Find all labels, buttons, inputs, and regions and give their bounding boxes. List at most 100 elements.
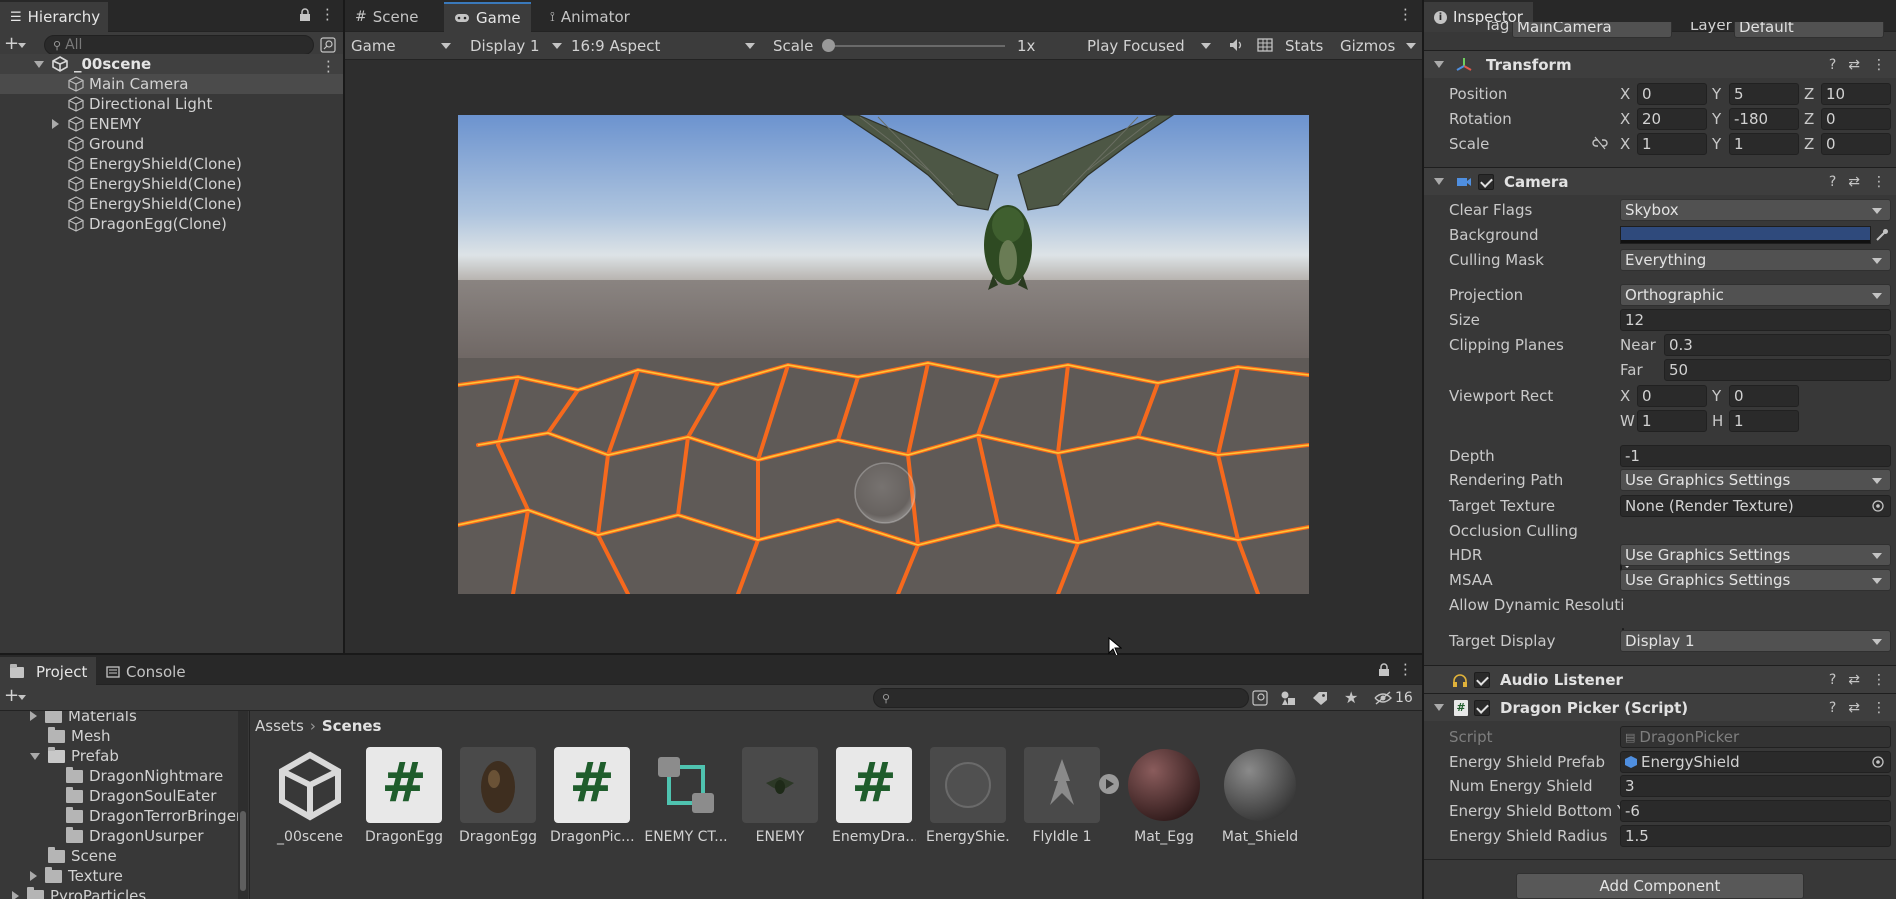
- energy-shield-prefab-field[interactable]: EnergyShield: [1620, 751, 1891, 773]
- tree-item-mesh[interactable]: Mesh: [48, 726, 111, 746]
- preset-icon[interactable]: ⇄: [1848, 700, 1860, 716]
- scene-menu-icon[interactable]: · · ·: [326, 55, 331, 80]
- play-mode-dropdown[interactable]: Play Focused: [1083, 35, 1215, 57]
- position-y-field[interactable]: 5: [1729, 83, 1799, 105]
- tree-item-texture[interactable]: Texture: [30, 866, 123, 886]
- game-view-render[interactable]: [458, 115, 1309, 594]
- viewport-x-field[interactable]: 0: [1637, 385, 1707, 407]
- tree-scrollbar[interactable]: [238, 711, 248, 899]
- search-filter-icon[interactable]: [1252, 690, 1268, 706]
- collapse-arrow-icon[interactable]: [1434, 178, 1444, 185]
- search-filter-icon[interactable]: [320, 37, 336, 53]
- help-icon[interactable]: ?: [1829, 57, 1836, 73]
- asset-item[interactable]: Mat_Egg: [1122, 747, 1206, 845]
- tab-console[interactable]: Console: [96, 657, 196, 687]
- grid-icon[interactable]: [1257, 38, 1273, 52]
- scale-y-field[interactable]: 1: [1729, 133, 1799, 155]
- depth-field[interactable]: -1: [1620, 445, 1891, 467]
- rendering-path-dropdown[interactable]: Use Graphics Settings: [1620, 469, 1891, 491]
- viewport-y-field[interactable]: 0: [1729, 385, 1799, 407]
- collapse-arrow-icon[interactable]: [1434, 61, 1444, 68]
- tree-item-dragonnightmare[interactable]: DragonNightmare: [66, 766, 223, 786]
- tree-item-prefab[interactable]: Prefab: [30, 746, 119, 766]
- msaa-dropdown[interactable]: Use Graphics Settings: [1620, 569, 1891, 591]
- tab-animator[interactable]: ⟟ Animator: [540, 2, 640, 32]
- help-icon[interactable]: ?: [1829, 672, 1836, 688]
- far-clip-field[interactable]: 50: [1664, 359, 1891, 381]
- hierarchy-item-energyshield[interactable]: EnergyShield(Clone): [0, 154, 343, 174]
- add-icon[interactable]: +: [4, 685, 19, 706]
- preset-icon[interactable]: ⇄: [1848, 174, 1860, 190]
- link-broken-icon[interactable]: [1592, 136, 1608, 150]
- projection-dropdown[interactable]: Orthographic: [1620, 284, 1891, 306]
- scene-row[interactable]: _00scene · · ·: [0, 54, 343, 80]
- asset-item[interactable]: FlyIdle 1: [1020, 747, 1104, 845]
- chevron-down-icon[interactable]: [1406, 43, 1416, 49]
- target-texture-field[interactable]: None (Render Texture): [1620, 495, 1891, 517]
- project-search-input[interactable]: ⚲: [873, 688, 1249, 708]
- hdr-dropdown[interactable]: Use Graphics Settings: [1620, 544, 1891, 566]
- tab-scene[interactable]: # Scene: [345, 2, 428, 32]
- dragon-picker-header[interactable]: # Dragon Picker (Script) ? ⇄ ⋮: [1424, 693, 1896, 721]
- energy-shield-radius-field[interactable]: 1.5: [1620, 825, 1891, 847]
- display-dropdown[interactable]: Display 1: [466, 35, 566, 57]
- position-x-field[interactable]: 0: [1637, 83, 1707, 105]
- tree-item-materials[interactable]: Materials: [30, 711, 137, 726]
- hierarchy-item-enemy[interactable]: ENEMY: [0, 114, 343, 134]
- rotation-y-field[interactable]: -180: [1729, 108, 1799, 130]
- asset-item[interactable]: EnergyShie...: [926, 747, 1010, 845]
- asset-item[interactable]: ENEMY CT...: [644, 747, 728, 845]
- asset-item[interactable]: _00scene: [268, 747, 352, 845]
- hierarchy-search-input[interactable]: ⚲ All: [44, 35, 314, 55]
- hierarchy-item-main-camera[interactable]: Main Camera: [0, 74, 343, 94]
- object-picker-icon[interactable]: [1872, 500, 1884, 512]
- asset-item[interactable]: # DragonEgg: [362, 747, 446, 845]
- filter-by-type-icon[interactable]: [1280, 690, 1296, 706]
- tab-hierarchy[interactable]: ☰ Hierarchy: [0, 2, 108, 32]
- expand-arrow-icon[interactable]: [30, 752, 40, 760]
- hierarchy-menu-icon[interactable]: · · ·: [325, 3, 330, 28]
- scale-slider-handle[interactable]: [822, 39, 835, 52]
- tree-item-dragonsouleater[interactable]: DragonSoulEater: [66, 786, 216, 806]
- favorite-star-icon[interactable]: ★: [1344, 688, 1358, 707]
- collapse-arrow-icon[interactable]: [1434, 704, 1444, 711]
- component-menu-icon[interactable]: ⋮: [1872, 700, 1886, 716]
- num-energy-shield-field[interactable]: 3: [1620, 775, 1891, 797]
- audio-listener-enabled-checkbox[interactable]: [1474, 671, 1490, 688]
- background-color-swatch[interactable]: [1620, 226, 1871, 244]
- asset-item[interactable]: # DragonPic...: [550, 747, 634, 845]
- hierarchy-item-energyshield[interactable]: EnergyShield(Clone): [0, 174, 343, 194]
- expand-arrow-icon[interactable]: [52, 119, 59, 129]
- chevron-down-icon[interactable]: [18, 695, 26, 700]
- stats-button[interactable]: Stats: [1285, 37, 1323, 55]
- help-icon[interactable]: ?: [1829, 700, 1836, 716]
- center-menu-icon[interactable]: · · ·: [1403, 3, 1408, 28]
- lock-icon[interactable]: [299, 8, 311, 22]
- position-z-field[interactable]: 10: [1821, 83, 1891, 105]
- asset-item[interactable]: Mat_Shield: [1218, 747, 1302, 845]
- viewport-h-field[interactable]: 1: [1729, 410, 1799, 432]
- culling-mask-dropdown[interactable]: Everything: [1620, 249, 1891, 271]
- expand-arrow-icon[interactable]: [12, 891, 19, 899]
- scale-x-field[interactable]: 1: [1637, 133, 1707, 155]
- breadcrumb-scenes[interactable]: Scenes: [322, 717, 382, 735]
- tree-item-dragonusurper[interactable]: DragonUsurper: [66, 826, 204, 846]
- size-field[interactable]: 12: [1620, 309, 1891, 331]
- hierarchy-item-ground[interactable]: Ground: [0, 134, 343, 154]
- tab-project[interactable]: Project: [0, 657, 96, 687]
- expand-arrow-icon[interactable]: [34, 60, 44, 68]
- asset-item[interactable]: ENEMY: [738, 747, 822, 845]
- component-menu-icon[interactable]: ⋮: [1872, 174, 1886, 190]
- gizmos-button[interactable]: Gizmos: [1340, 37, 1395, 55]
- asset-item[interactable]: # EnemyDra...: [832, 747, 916, 845]
- viewport-w-field[interactable]: 1: [1637, 410, 1707, 432]
- tree-item-dragonterrorbringer[interactable]: DragonTerrorBringer: [66, 806, 240, 826]
- clear-flags-dropdown[interactable]: Skybox: [1620, 199, 1891, 221]
- transform-header[interactable]: Transform ? ⇄ ⋮: [1424, 50, 1896, 78]
- help-icon[interactable]: ?: [1829, 174, 1836, 190]
- asset-item[interactable]: DragonEgg: [456, 747, 540, 845]
- hierarchy-item-energyshield[interactable]: EnergyShield(Clone): [0, 194, 343, 214]
- camera-header[interactable]: Camera ? ⇄ ⋮: [1424, 167, 1896, 195]
- tab-game[interactable]: Game: [444, 2, 531, 32]
- target-display-dropdown[interactable]: Display 1: [1620, 630, 1891, 652]
